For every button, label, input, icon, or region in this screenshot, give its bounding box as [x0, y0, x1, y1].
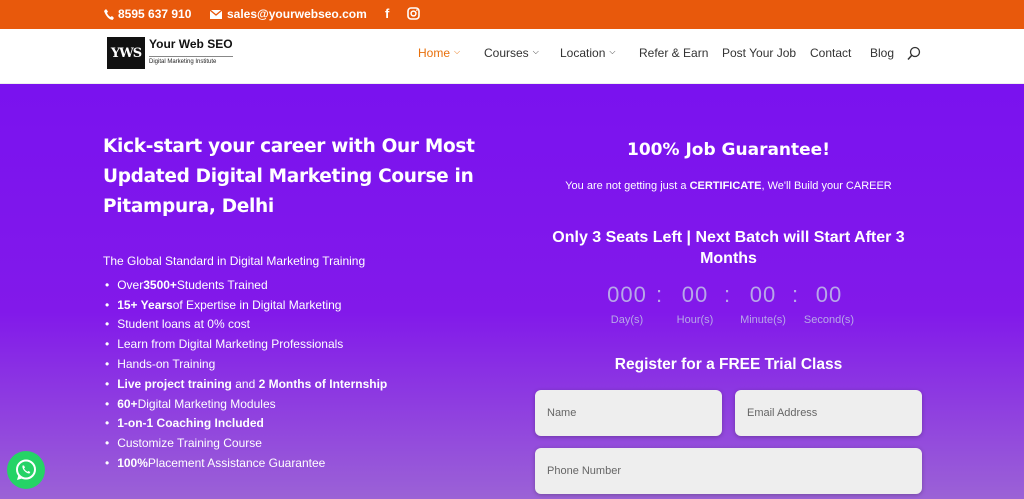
list-item: Live project training and 2 Months of In…: [103, 374, 387, 394]
list-item: 1-on-1 Coaching Included: [103, 414, 387, 434]
countdown-days: 000 Day(s): [607, 282, 647, 326]
list-item: 15+ Years of Expertise in Digital Market…: [103, 295, 387, 315]
whatsapp-icon: [16, 459, 36, 480]
search-icon[interactable]: [907, 46, 921, 65]
chevron-down-icon: ⌵: [609, 47, 616, 56]
whatsapp-button[interactable]: [7, 451, 45, 489]
list-item: 100% Placement Assistance Guarantee: [103, 453, 387, 473]
certificate-tagline: You are not getting just a CERTIFICATE, …: [565, 180, 892, 192]
hero-intro: The Global Standard in Digital Marketing…: [103, 254, 366, 268]
nav-item-post-job[interactable]: Post Your Job: [722, 46, 796, 60]
logo-name: Your Web SEO: [149, 37, 233, 51]
countdown-separator: :: [656, 282, 663, 307]
main-navigation: YWS Your Web SEO Digital Marketing Insti…: [0, 29, 1024, 84]
nav-item-blog[interactable]: Blog: [870, 46, 894, 60]
facebook-icon[interactable]: f: [385, 6, 389, 21]
nav-item-label: Contact: [810, 46, 852, 60]
list-item: 60+ Digital Marketing Modules: [103, 394, 387, 414]
phone-number: 8595 637 910: [118, 7, 192, 21]
list-item: Student loans at 0% cost: [103, 315, 387, 335]
chevron-down-icon: ⌵: [454, 47, 461, 56]
feature-list: Over 3500+ Students Trained 15+ Years of…: [103, 275, 387, 473]
nav-item-label: Home: [418, 46, 451, 60]
nav-item-contact[interactable]: Contact: [810, 46, 851, 60]
countdown-hours: 00 Hour(s): [676, 282, 714, 326]
email-field[interactable]: Email Address: [735, 390, 922, 436]
nav-item-label: Refer & Earn: [639, 46, 709, 60]
nav-item-label: Courses: [484, 46, 529, 60]
seats-left-notice: Only 3 Seats Left | Next Batch will Star…: [552, 229, 905, 267]
phone-contact[interactable]: 8595 637 910: [104, 7, 191, 21]
phone-field[interactable]: Phone Number: [535, 448, 922, 494]
nav-item-label: Blog: [870, 46, 895, 60]
email-address: sales@yourwebseo.com: [227, 7, 367, 21]
list-item: Customize Training Course: [103, 433, 387, 453]
email-placeholder: Email Address: [747, 407, 818, 419]
logo-tagline: Digital Marketing Institute: [149, 56, 233, 65]
top-bar: 8595 637 910 sales@yourwebseo.com f: [0, 0, 1024, 29]
hero-headline: Kick-start your career with Our Most Upd…: [103, 136, 475, 217]
name-placeholder: Name: [547, 407, 577, 419]
countdown-separator: :: [724, 282, 731, 307]
list-item: Learn from Digital Marketing Professiona…: [103, 334, 387, 354]
nav-item-label: Location: [560, 46, 606, 60]
countdown-seconds: 00 Second(s): [803, 282, 855, 326]
countdown-timer: 000 Day(s) : 00 Hour(s) : 00 Minute(s) :…: [535, 282, 922, 332]
instagram-icon[interactable]: [407, 7, 420, 23]
hero-section: Kick-start your career with Our Most Upd…: [0, 84, 1024, 499]
countdown-separator: :: [792, 282, 799, 307]
logo-mark: YWS: [107, 37, 145, 69]
countdown-minutes: 00 Minute(s): [740, 282, 786, 326]
list-item: Hands-on Training: [103, 354, 387, 374]
phone-placeholder: Phone Number: [547, 465, 621, 477]
name-field[interactable]: Name: [535, 390, 722, 436]
job-guarantee-heading: 100% Job Guarantee!: [627, 140, 830, 160]
phone-icon: [104, 8, 114, 20]
email-contact[interactable]: sales@yourwebseo.com: [210, 7, 367, 21]
nav-item-refer-earn[interactable]: Refer & Earn: [639, 46, 708, 60]
nav-item-label: Post Your Job: [722, 46, 797, 60]
list-item: Over 3500+ Students Trained: [103, 275, 387, 295]
nav-item-location[interactable]: Location ⌵: [560, 46, 615, 60]
register-heading: Register for a FREE Trial Class: [614, 356, 843, 373]
chevron-down-icon: ⌵: [532, 47, 539, 56]
envelope-icon: [210, 9, 222, 19]
nav-item-home[interactable]: Home ⌵: [418, 46, 460, 60]
site-logo[interactable]: YWS Your Web SEO Digital Marketing Insti…: [107, 37, 233, 69]
nav-item-courses[interactable]: Courses ⌵: [484, 46, 539, 60]
